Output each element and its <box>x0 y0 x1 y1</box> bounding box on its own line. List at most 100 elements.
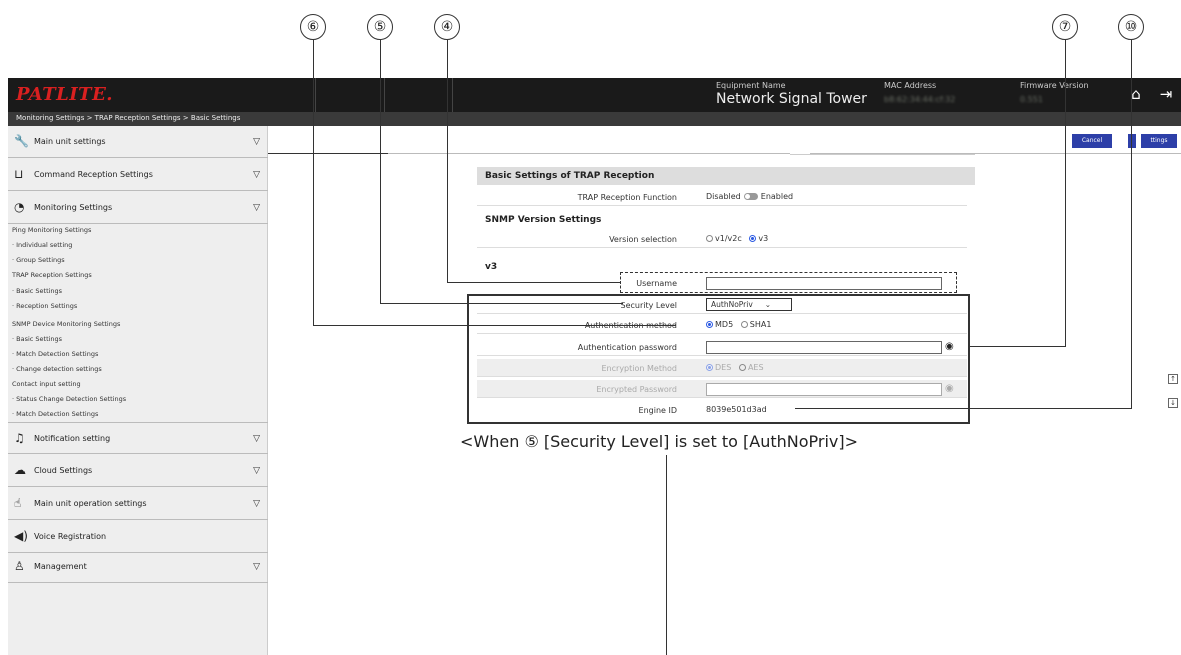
radio-md5[interactable] <box>706 321 713 328</box>
sidebar-item-management[interactable]: ♙ Management ▽ <box>8 551 268 583</box>
submenu-item[interactable]: · Match Detection Settings <box>12 410 98 418</box>
home-icon[interactable]: ⌂ <box>1126 84 1146 104</box>
chevron-down-icon: ▽ <box>253 466 260 476</box>
sidebar-item-label: Management <box>34 562 87 571</box>
sidebar-item-voice[interactable]: ◀) Voice Registration <box>8 521 268 553</box>
scroll-down-icon[interactable]: ↓ <box>1168 398 1178 408</box>
version-selection-label: Version selection <box>609 235 677 244</box>
radio-des-label: DES <box>715 363 732 372</box>
submenu-item[interactable]: · Reception Settings <box>12 302 77 310</box>
sidebar-item-command-reception[interactable]: ⊔ Command Reception Settings ▽ <box>8 159 268 191</box>
save-button-edge[interactable] <box>1128 134 1136 148</box>
toggle-off-label: Disabled <box>706 192 741 201</box>
submenu-heading[interactable]: Ping Monitoring Settings <box>12 226 91 234</box>
radio-v3[interactable] <box>749 235 757 242</box>
logout-icon[interactable]: ⇥ <box>1156 84 1176 104</box>
sidebar-item-cloud[interactable]: ☁ Cloud Settings ▽ <box>8 455 268 487</box>
sidebar-item-label: Voice Registration <box>34 532 107 541</box>
chevron-down-icon: ▽ <box>253 562 260 572</box>
radio-v1v2c[interactable] <box>706 235 713 242</box>
security-level-select[interactable]: AuthNoPriv ⌄ <box>706 298 792 311</box>
security-level-row: Security Level AuthNoPriv ⌄ <box>477 296 967 314</box>
mac-address-label: MAC Address <box>884 81 937 90</box>
submenu-item[interactable]: · Status Change Detection Settings <box>12 395 126 403</box>
security-level-value: AuthNoPriv <box>711 300 753 309</box>
callout-4: ④ <box>434 14 460 40</box>
equipment-name-value: Network Signal Tower <box>716 91 867 107</box>
sidebar-item-monitoring[interactable]: ◔ Monitoring Settings ▽ <box>8 192 268 224</box>
submenu-item[interactable]: · Change detection settings <box>12 365 102 373</box>
sidebar-item-label: Notification setting <box>34 434 111 443</box>
version-radio-group[interactable]: v1/v2c v3 <box>706 234 768 243</box>
radio-aes[interactable] <box>738 364 746 371</box>
submenu-item[interactable]: · Match Detection Settings <box>12 350 98 358</box>
trap-reception-label: TRAP Reception Function <box>577 193 677 202</box>
firmware-value: 0.551 <box>1020 95 1043 104</box>
enc-method-row: Encryption Method DES AES <box>477 359 967 377</box>
submenu-heading[interactable]: SNMP Device Monitoring Settings <box>12 320 120 328</box>
user-icon: ♙ <box>14 559 25 573</box>
radio-aes-label: AES <box>747 363 764 372</box>
equipment-name-label: Equipment Name <box>716 81 786 90</box>
enc-method-radio-group[interactable]: DES AES <box>706 363 764 372</box>
radio-v3-label: v3 <box>758 234 769 243</box>
submenu-heading[interactable]: Contact input setting <box>12 380 81 388</box>
engine-id-label: Engine ID <box>638 406 677 415</box>
trap-reception-row: TRAP Reception Function Disabled Enabled <box>477 188 967 206</box>
toggle-on-label: Enabled <box>760 192 794 201</box>
sidebar-item-main-unit-operation[interactable]: ☝ Main unit operation settings ▽ <box>8 488 268 520</box>
auth-password-label: Authentication password <box>577 343 677 352</box>
v3-heading: v3 <box>485 262 498 272</box>
action-bar: Cancel ttings <box>268 126 1181 154</box>
toggle-switch[interactable] <box>743 193 758 200</box>
username-highlight <box>620 272 957 293</box>
sidebar: 🔧 Main unit settings ▽ ⊔ Command Recepti… <box>8 126 268 655</box>
chevron-down-icon: ▽ <box>253 434 260 444</box>
sidebar-item-label: Cloud Settings <box>34 466 93 475</box>
sidebar-item-notification[interactable]: ♫ Notification setting ▽ <box>8 422 268 454</box>
save-settings-button[interactable]: ttings <box>1141 134 1177 148</box>
engine-id-row: Engine ID 8039e501d3ad <box>477 401 967 419</box>
patlite-logo: PATLITE. <box>16 84 114 105</box>
cloud-icon: ☁ <box>14 463 26 477</box>
snmp-version-heading: SNMP Version Settings <box>485 215 602 225</box>
enc-password-label: Encrypted Password <box>596 385 677 394</box>
trap-reception-toggle[interactable]: Disabled Enabled <box>706 192 793 201</box>
callout-10: ⑩ <box>1118 14 1144 40</box>
breadcrumb-bar: Monitoring Settings > TRAP Reception Set… <box>8 112 1181 126</box>
radio-v1v2c-label: v1/v2c <box>715 234 742 243</box>
wrench-icon: 🔧 <box>14 134 29 148</box>
firmware-label: Firmware Version <box>1020 81 1089 90</box>
eye-icon[interactable]: ◉ <box>945 383 954 394</box>
auth-password-row: Authentication password ◉ <box>477 338 967 356</box>
chevron-down-icon: ▽ <box>253 170 260 180</box>
submenu-item[interactable]: · Individual setting <box>12 241 72 249</box>
enc-method-label: Encryption Method <box>601 364 678 373</box>
submenu-item[interactable]: · Basic Settings <box>12 287 62 295</box>
chevron-down-icon: ▽ <box>253 499 260 509</box>
mac-address-value: b8:62:34:44:cf:32 <box>884 95 956 104</box>
sidebar-item-label: Main unit operation settings <box>34 499 147 508</box>
radio-md5-label: MD5 <box>715 320 734 329</box>
submenu-item[interactable]: · Basic Settings <box>12 335 62 343</box>
auth-password-input[interactable] <box>706 341 942 354</box>
version-selection-row: Version selection v1/v2c v3 <box>477 230 967 248</box>
top-header: PATLITE. Equipment Name Network Signal T… <box>8 78 1181 112</box>
submenu-heading[interactable]: TRAP Reception Settings <box>12 271 92 279</box>
sidebar-item-label: Main unit settings <box>34 137 106 146</box>
callout-7: ⑦ <box>1052 14 1078 40</box>
chevron-down-icon: ▽ <box>253 137 260 147</box>
hand-icon: ☝ <box>14 496 22 510</box>
engine-id-value: 8039e501d3ad <box>706 405 767 414</box>
sidebar-item-label: Monitoring Settings <box>34 203 113 212</box>
enc-password-input[interactable] <box>706 383 942 396</box>
chevron-down-icon: ▽ <box>253 203 260 213</box>
eye-icon[interactable]: ◉ <box>945 341 954 352</box>
radio-des[interactable] <box>706 364 713 371</box>
submenu-item[interactable]: · Group Settings <box>12 256 65 264</box>
radio-sha1[interactable] <box>740 321 748 328</box>
sidebar-item-main-unit[interactable]: 🔧 Main unit settings ▽ <box>8 126 268 158</box>
cancel-button[interactable]: Cancel <box>1072 134 1112 148</box>
auth-method-radio-group[interactable]: MD5 SHA1 <box>706 320 771 329</box>
scroll-up-icon[interactable]: ↑ <box>1168 374 1178 384</box>
